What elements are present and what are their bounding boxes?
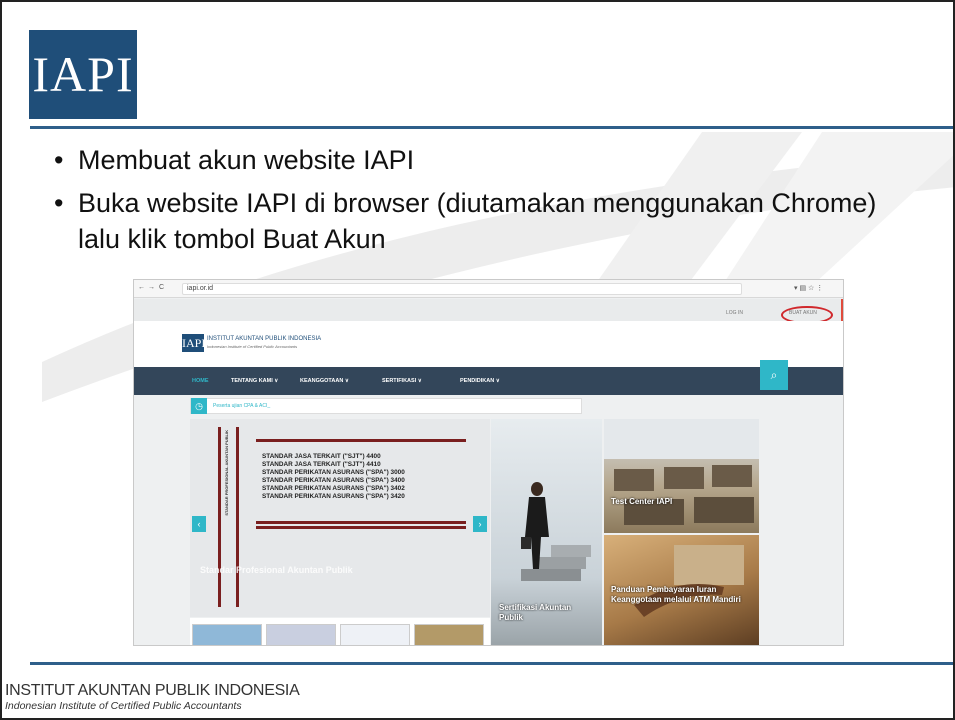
nav-pendidikan[interactable]: PENDIDIKAN ∨: [460, 378, 500, 384]
address-bar[interactable]: iapi.or.id: [182, 283, 742, 295]
site-header: IAPI INSTITUT AKUNTAN PUBLIK INDONESIA I…: [134, 321, 843, 367]
thumbnail-strip: [190, 618, 490, 645]
payment-caption: Panduan Pembayaran Iuran Keanggotaan mel…: [611, 585, 741, 604]
certification-panel[interactable]: Sertifikasi Akuntan Publik: [491, 419, 602, 645]
frame-bar: [256, 526, 466, 529]
frame-bar: [236, 427, 239, 607]
clock-icon: ◷: [191, 398, 207, 414]
frame-bar: [256, 521, 466, 524]
bullet-item: • Membuat akun website IAPI: [54, 145, 415, 175]
standard-line: STANDAR PERIKATAN ASURANS ("SPA") 3420: [262, 493, 405, 500]
site-brand-sub: Indonesian Institute of Certified Public…: [207, 344, 298, 349]
forward-icon[interactable]: →: [148, 284, 155, 291]
slider-next-icon[interactable]: ›: [473, 516, 487, 532]
hero-slider: [190, 419, 490, 617]
footer-institute-subtitle: Indonesian Institute of Certified Public…: [5, 700, 242, 712]
reload-icon[interactable]: C: [159, 284, 164, 291]
nav-sertifikasi[interactable]: SERTIFIKASI ∨: [382, 378, 422, 384]
standard-line: STANDAR JASA TERKAIT ("SJT") 4410: [262, 461, 381, 468]
thumbnail[interactable]: [266, 624, 336, 645]
bullet-text: Buka website IAPI di browser (diutamakan…: [78, 188, 877, 254]
back-icon[interactable]: ←: [138, 284, 145, 291]
footer-divider: [30, 662, 953, 665]
news-ticker: ◷ Peserta ujian CPA & ACI_: [190, 398, 582, 414]
standard-line: STANDAR PERIKATAN ASURANS ("SPA") 3400: [262, 477, 405, 484]
nav-keanggotaan[interactable]: KEANGGOTAAN ∨: [300, 378, 349, 384]
payment-panel[interactable]: Panduan Pembayaran Iuran Keanggotaan mel…: [604, 535, 759, 645]
certification-caption: Sertifikasi Akuntan Publik: [499, 603, 572, 622]
website-screenshot: ← → C iapi.or.id ▾ ▤ ☆ ⋮ LOG IN BUAT AKU…: [133, 279, 844, 646]
nav-home[interactable]: HOME: [192, 378, 209, 384]
ticker-text[interactable]: Peserta ujian CPA & ACI_: [213, 403, 270, 409]
test-center-caption: Test Center IAPI: [611, 497, 673, 506]
frame-bar: [256, 439, 466, 442]
test-center-panel[interactable]: Test Center IAPI: [604, 419, 759, 533]
nav-tentang-kami[interactable]: TENTANG KAMI ∨: [231, 378, 278, 384]
vertical-label: STANDAR PROFESIONAL AKUNTAN PUBLIK: [224, 430, 229, 516]
standard-line: STANDAR PERIKATAN ASURANS ("SPA") 3000: [262, 469, 405, 476]
footer-institute-name: INSTITUT AKUNTAN PUBLIK INDONESIA: [5, 682, 300, 699]
site-nav: HOME TENTANG KAMI ∨ KEANGGOTAAN ∨ SERTIF…: [134, 360, 843, 395]
thumbnail[interactable]: [340, 624, 410, 645]
browser-toolbar: ← → C iapi.or.id ▾ ▤ ☆ ⋮: [134, 280, 843, 298]
bullet-item: • Buka website IAPI di browser (diutamaka…: [54, 188, 877, 254]
computer-lab-image: [604, 419, 759, 525]
login-link[interactable]: LOG IN: [726, 310, 743, 316]
site-logo[interactable]: IAPI: [182, 334, 205, 352]
standard-line: STANDAR PERIKATAN ASURANS ("SPA") 3402: [262, 485, 405, 492]
standard-line: STANDAR JASA TERKAIT ("SJT") 4400: [262, 453, 381, 460]
frame-bar: [218, 427, 221, 607]
slide-caption: Standar Profesional Akuntan Publik: [200, 565, 353, 575]
slide: IAPI • Membuat akun website IAPI • Buka we…: [0, 0, 955, 720]
thumbnail[interactable]: [192, 624, 262, 645]
header-divider: [30, 126, 953, 129]
search-icon[interactable]: ⌕: [760, 360, 788, 390]
slider-prev-icon[interactable]: ‹: [192, 516, 206, 532]
thumbnail[interactable]: [414, 624, 484, 645]
iapi-logo: IAPI: [29, 30, 137, 119]
bullet-list: • Membuat akun website IAPI • Buka website…: [54, 142, 914, 264]
browser-menu-icon[interactable]: ▾ ▤ ☆ ⋮: [794, 284, 823, 292]
bullet-text: Membuat akun website IAPI: [78, 145, 415, 175]
site-brand-name: INSTITUT AKUNTAN PUBLIK INDONESIA: [207, 336, 322, 342]
